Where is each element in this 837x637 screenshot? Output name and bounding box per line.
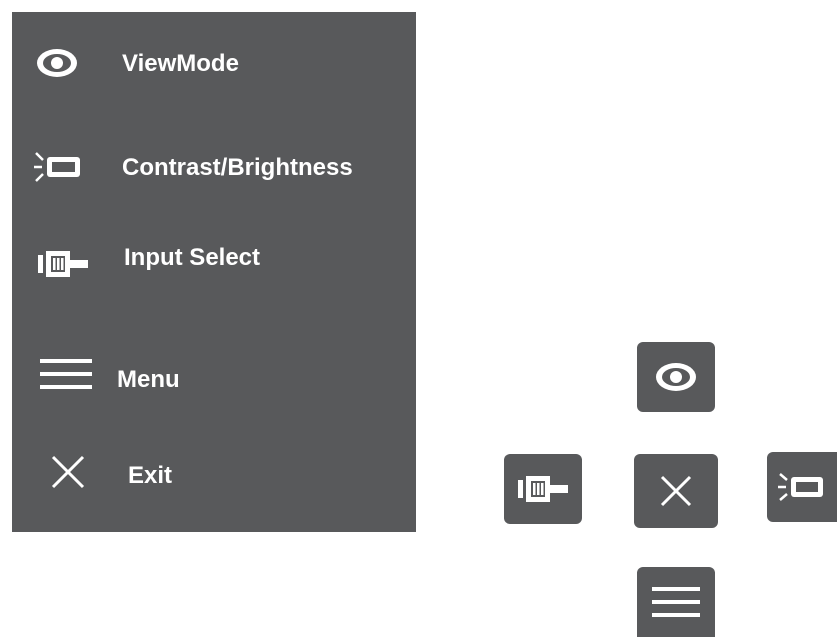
eye-icon bbox=[34, 43, 80, 83]
menu-item-contrast-brightness[interactable]: Contrast/Brightness bbox=[12, 138, 416, 198]
hotkey-up-viewmode-button[interactable] bbox=[637, 342, 715, 412]
close-icon bbox=[659, 474, 693, 508]
eye-icon bbox=[653, 360, 699, 394]
menu-item-viewmode[interactable]: ViewMode bbox=[12, 34, 416, 94]
menu-item-label: ViewMode bbox=[122, 50, 239, 77]
menu-item-exit[interactable]: Exit bbox=[12, 444, 416, 504]
input-source-icon bbox=[36, 248, 90, 280]
brightness-icon bbox=[776, 469, 828, 505]
menu-item-input-select[interactable]: Input Select bbox=[12, 234, 416, 294]
hotkey-center-exit-button[interactable] bbox=[634, 454, 718, 528]
brightness-icon bbox=[32, 148, 88, 186]
input-source-icon bbox=[516, 473, 570, 505]
menu-item-label: Exit bbox=[128, 462, 173, 489]
close-icon bbox=[50, 454, 86, 490]
menu-lines-icon bbox=[40, 354, 92, 394]
menu-item-label: Menu bbox=[117, 366, 180, 393]
menu-item-label: Contrast/Brightness bbox=[122, 154, 353, 181]
menu-item-menu[interactable]: Menu bbox=[12, 348, 416, 408]
hotkey-right-contrast-brightness-button[interactable] bbox=[767, 452, 837, 522]
hotkey-left-input-select-button[interactable] bbox=[504, 454, 582, 524]
menu-lines-icon bbox=[652, 583, 700, 621]
hotkey-down-menu-button[interactable] bbox=[637, 567, 715, 637]
menu-item-label: Input Select bbox=[124, 244, 261, 271]
osd-menu-panel: ViewMode Contrast/Brightness Input Selec… bbox=[12, 12, 416, 532]
